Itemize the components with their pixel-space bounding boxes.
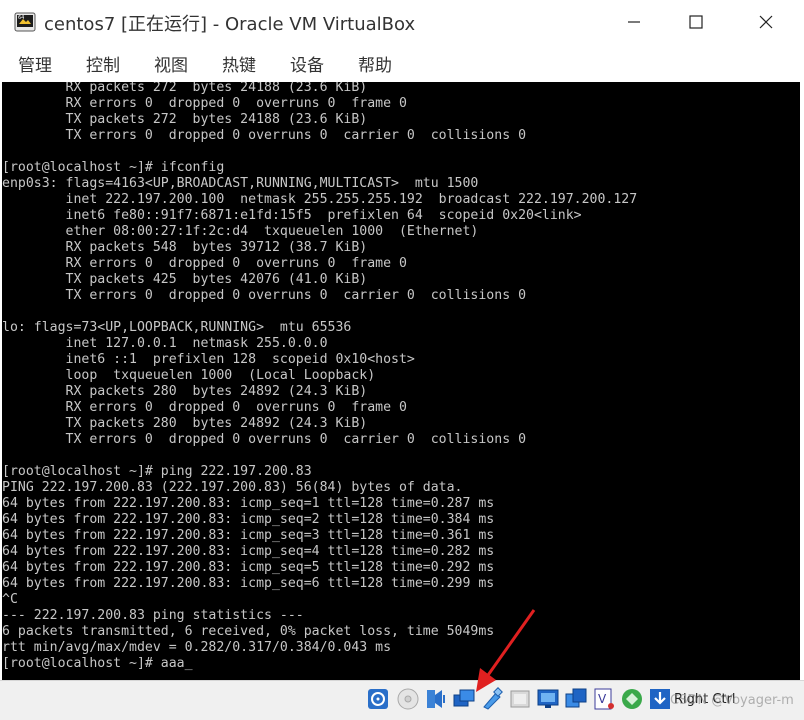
vm-windows-icon[interactable]: [564, 687, 588, 711]
terminal-line: inet 127.0.0.1 netmask 255.0.0.0: [2, 336, 328, 351]
terminal-line: 64 bytes from 222.197.200.83: icmp_seq=5…: [2, 560, 495, 575]
network-icon[interactable]: [452, 687, 476, 711]
menu-devices[interactable]: 设备: [290, 51, 324, 76]
menu-bar: 管理 控制 视图 热键 设备 帮助: [0, 44, 804, 82]
terminal-line: RX packets 548 bytes 39712 (38.7 KiB): [2, 240, 368, 255]
terminal-line: RX errors 0 dropped 0 overruns 0 frame 0: [2, 96, 407, 111]
svg-text:64: 64: [18, 15, 24, 21]
maximize-button[interactable]: [674, 6, 718, 38]
menu-view[interactable]: 视图: [154, 51, 188, 76]
menu-manage[interactable]: 管理: [18, 51, 52, 76]
vm-console[interactable]: RX packets 272 bytes 24188 (23.6 KiB) RX…: [2, 82, 800, 680]
window-title: centos7 [正在运行] - Oracle VM VirtualBox: [44, 14, 416, 35]
terminal-line: 6 packets transmitted, 6 received, 0% pa…: [2, 624, 495, 639]
terminal-line: --- 222.197.200.83 ping statistics ---: [2, 608, 304, 623]
watermark: CSDN @Voyager-m: [670, 693, 794, 708]
usb-icon[interactable]: [480, 687, 504, 711]
terminal-output: RX packets 272 bytes 24188 (23.6 KiB) RX…: [2, 82, 637, 672]
cpu-icon[interactable]: [620, 687, 644, 711]
terminal-line: RX errors 0 dropped 0 overruns 0 frame 0: [2, 400, 407, 415]
terminal-line: 64 bytes from 222.197.200.83: icmp_seq=1…: [2, 496, 495, 511]
minimize-icon: [628, 21, 640, 23]
terminal-line: ether 08:00:27:1f:2c:d4 txqueuelen 1000 …: [2, 224, 479, 239]
terminal-line: TX errors 0 dropped 0 overruns 0 carrier…: [2, 128, 527, 143]
menu-control[interactable]: 控制: [86, 51, 120, 76]
terminal-line: TX errors 0 dropped 0 overruns 0 carrier…: [2, 432, 527, 447]
close-icon: [759, 15, 773, 29]
menu-hotkeys[interactable]: 热键: [222, 51, 256, 76]
terminal-line: TX errors 0 dropped 0 overruns 0 carrier…: [2, 288, 527, 303]
terminal-line: TX packets 280 bytes 24892 (24.3 KiB): [2, 416, 368, 431]
terminal-line: RX packets 272 bytes 24188 (23.6 KiB): [2, 82, 368, 95]
floppy-icon[interactable]: [396, 687, 420, 711]
terminal-line: inet 222.197.200.100 netmask 255.255.255…: [2, 192, 638, 207]
terminal-line: 64 bytes from 222.197.200.83: icmp_seq=3…: [2, 528, 495, 543]
status-bar: V Right Ctrl CSDN @Voyager-m: [0, 680, 804, 720]
download-icon[interactable]: [648, 687, 672, 711]
terminal-line: inet6 ::1 prefixlen 128 scopeid 0x10<hos…: [2, 352, 415, 367]
terminal-line: rtt min/avg/max/mdev = 0.282/0.317/0.384…: [2, 640, 392, 655]
terminal-line: [root@localhost ~]# aaa_: [2, 656, 193, 671]
shared-folder-icon[interactable]: [508, 687, 532, 711]
video-capture-icon[interactable]: V: [592, 687, 616, 711]
minimize-button[interactable]: [612, 6, 656, 38]
audio-icon[interactable]: [424, 687, 448, 711]
terminal-line: RX packets 280 bytes 24892 (24.3 KiB): [2, 384, 368, 399]
terminal-line: [root@localhost ~]# ping 222.197.200.83: [2, 464, 312, 479]
close-button[interactable]: [744, 6, 788, 38]
terminal-line: lo: flags=73<UP,LOOPBACK,RUNNING> mtu 65…: [2, 320, 352, 335]
svg-text:V: V: [598, 692, 607, 706]
terminal-line: loop txqueuelen 1000 (Local Loopback): [2, 368, 376, 383]
terminal-line: [root@localhost ~]# ifconfig: [2, 160, 225, 175]
virtualbox-vm-icon: 64: [14, 11, 36, 33]
menu-help[interactable]: 帮助: [358, 51, 392, 76]
terminal-line: 64 bytes from 222.197.200.83: icmp_seq=2…: [2, 512, 495, 527]
terminal-line: enp0s3: flags=4163<UP,BROADCAST,RUNNING,…: [2, 176, 479, 191]
terminal-line: TX packets 272 bytes 24188 (23.6 KiB): [2, 112, 368, 127]
terminal-line: ^C: [2, 592, 18, 607]
display-icon[interactable]: [536, 687, 560, 711]
terminal-line: 64 bytes from 222.197.200.83: icmp_seq=4…: [2, 544, 495, 559]
terminal-line: RX errors 0 dropped 0 overruns 0 frame 0: [2, 256, 407, 271]
terminal-line: PING 222.197.200.83 (222.197.200.83) 56(…: [2, 480, 463, 495]
terminal-line: inet6 fe80::91f7:6871:e1fd:15f5 prefixle…: [2, 208, 582, 223]
optical-disk-icon[interactable]: [366, 687, 390, 711]
terminal-line: 64 bytes from 222.197.200.83: icmp_seq=6…: [2, 576, 495, 591]
title-bar: 64 centos7 [正在运行] - Oracle VM VirtualBox: [0, 0, 804, 44]
maximize-icon: [689, 15, 703, 29]
terminal-line: TX packets 425 bytes 42076 (41.0 KiB): [2, 272, 368, 287]
